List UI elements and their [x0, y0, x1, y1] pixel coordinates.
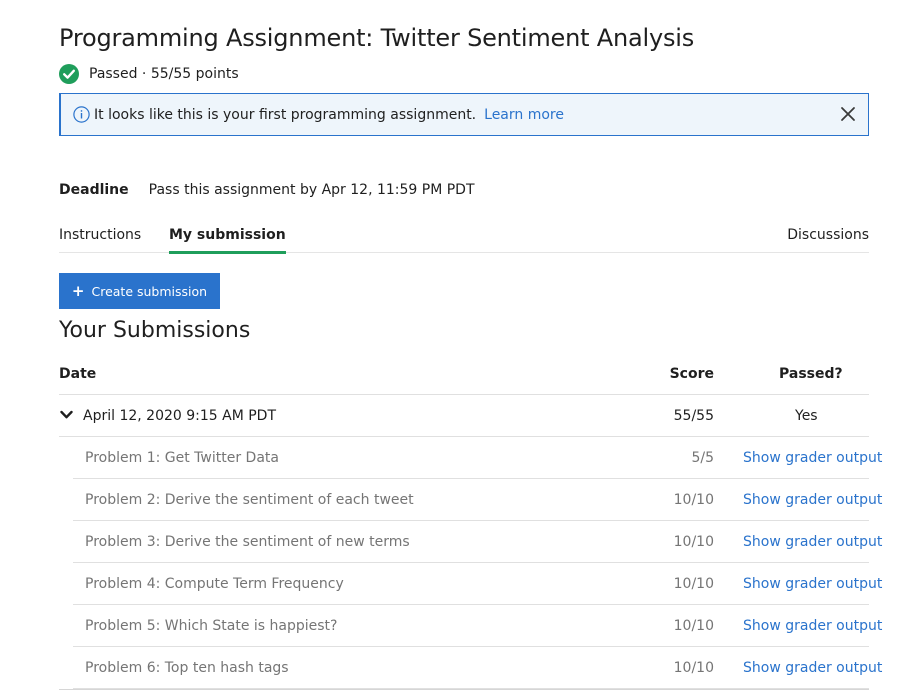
chevron-down-icon[interactable]: [60, 410, 73, 420]
banner-text: It looks like this is your first program…: [94, 106, 477, 123]
close-icon[interactable]: [840, 106, 856, 122]
submission-date: April 12, 2020 9:15 AM PDT: [83, 408, 277, 424]
create-submission-label: Create submission: [91, 283, 208, 299]
problem-name: Problem 3: Derive the sentiment of new t…: [85, 534, 410, 550]
deadline-label: Deadline: [59, 182, 129, 198]
problem-score: 10/10: [673, 660, 714, 676]
problem-score: 10/10: [673, 618, 714, 634]
tab-discussions[interactable]: Discussions: [787, 227, 869, 251]
problem-score: 10/10: [673, 576, 714, 592]
show-grader-output-link[interactable]: Show grader output: [743, 492, 882, 508]
table-header: Date Score Passed?: [59, 353, 869, 395]
show-grader-output-link[interactable]: Show grader output: [743, 576, 882, 592]
check-circle-icon: [59, 64, 79, 84]
column-header-date: Date: [59, 366, 97, 382]
info-banner: It looks like this is your first program…: [59, 93, 869, 136]
status-text: Passed · 55/55 points: [89, 66, 239, 82]
problem-row: Problem 6: Top ten hash tags 10/10 Show …: [73, 647, 882, 689]
problem-row: Problem 4: Compute Term Frequency 10/10 …: [73, 563, 882, 605]
submission-passed: Yes: [795, 408, 818, 424]
page-title: Programming Assignment: Twitter Sentimen…: [59, 24, 695, 52]
show-grader-output-link[interactable]: Show grader output: [743, 660, 882, 676]
problem-name: Problem 2: Derive the sentiment of each …: [85, 492, 414, 508]
problem-name: Problem 4: Compute Term Frequency: [85, 576, 344, 592]
submission-row[interactable]: April 12, 2020 9:15 AM PDT 55/55 Yes: [59, 395, 869, 437]
column-header-score: Score: [669, 366, 714, 382]
problem-row: Problem 2: Derive the sentiment of each …: [73, 479, 882, 521]
show-grader-output-link[interactable]: Show grader output: [743, 534, 882, 550]
plus-icon: +: [71, 281, 85, 300]
tab-bar: Instructions My submission Discussions: [59, 224, 869, 254]
tab-instructions[interactable]: Instructions: [59, 227, 141, 251]
problem-score: 10/10: [673, 534, 714, 550]
problem-name: Problem 1: Get Twitter Data: [85, 450, 279, 466]
deadline-text: Pass this assignment by Apr 12, 11:59 PM…: [148, 182, 475, 198]
problem-score: 5/5: [691, 450, 714, 466]
deadline-row: Deadline Pass this assignment by Apr 12,…: [59, 182, 475, 198]
problem-row: Problem 1: Get Twitter Data 5/5 Show gra…: [73, 437, 882, 479]
problem-name: Problem 5: Which State is happiest?: [85, 618, 338, 634]
status-row: Passed · 55/55 points: [59, 64, 239, 84]
show-grader-output-link[interactable]: Show grader output: [743, 618, 882, 634]
problem-row: Problem 5: Which State is happiest? 10/1…: [73, 605, 882, 647]
table-bottom-divider: [59, 689, 869, 690]
create-submission-button[interactable]: + Create submission: [59, 273, 220, 309]
tab-my-submission[interactable]: My submission: [169, 227, 286, 254]
submission-score: 55/55: [673, 408, 714, 424]
learn-more-link[interactable]: Learn more: [484, 107, 564, 123]
problem-row: Problem 3: Derive the sentiment of new t…: [73, 521, 882, 563]
problem-name: Problem 6: Top ten hash tags: [85, 660, 289, 676]
show-grader-output-link[interactable]: Show grader output: [743, 450, 882, 466]
problem-score: 10/10: [673, 492, 714, 508]
info-icon: [73, 106, 90, 123]
section-title: Your Submissions: [59, 318, 251, 343]
column-header-passed: Passed?: [779, 366, 843, 382]
